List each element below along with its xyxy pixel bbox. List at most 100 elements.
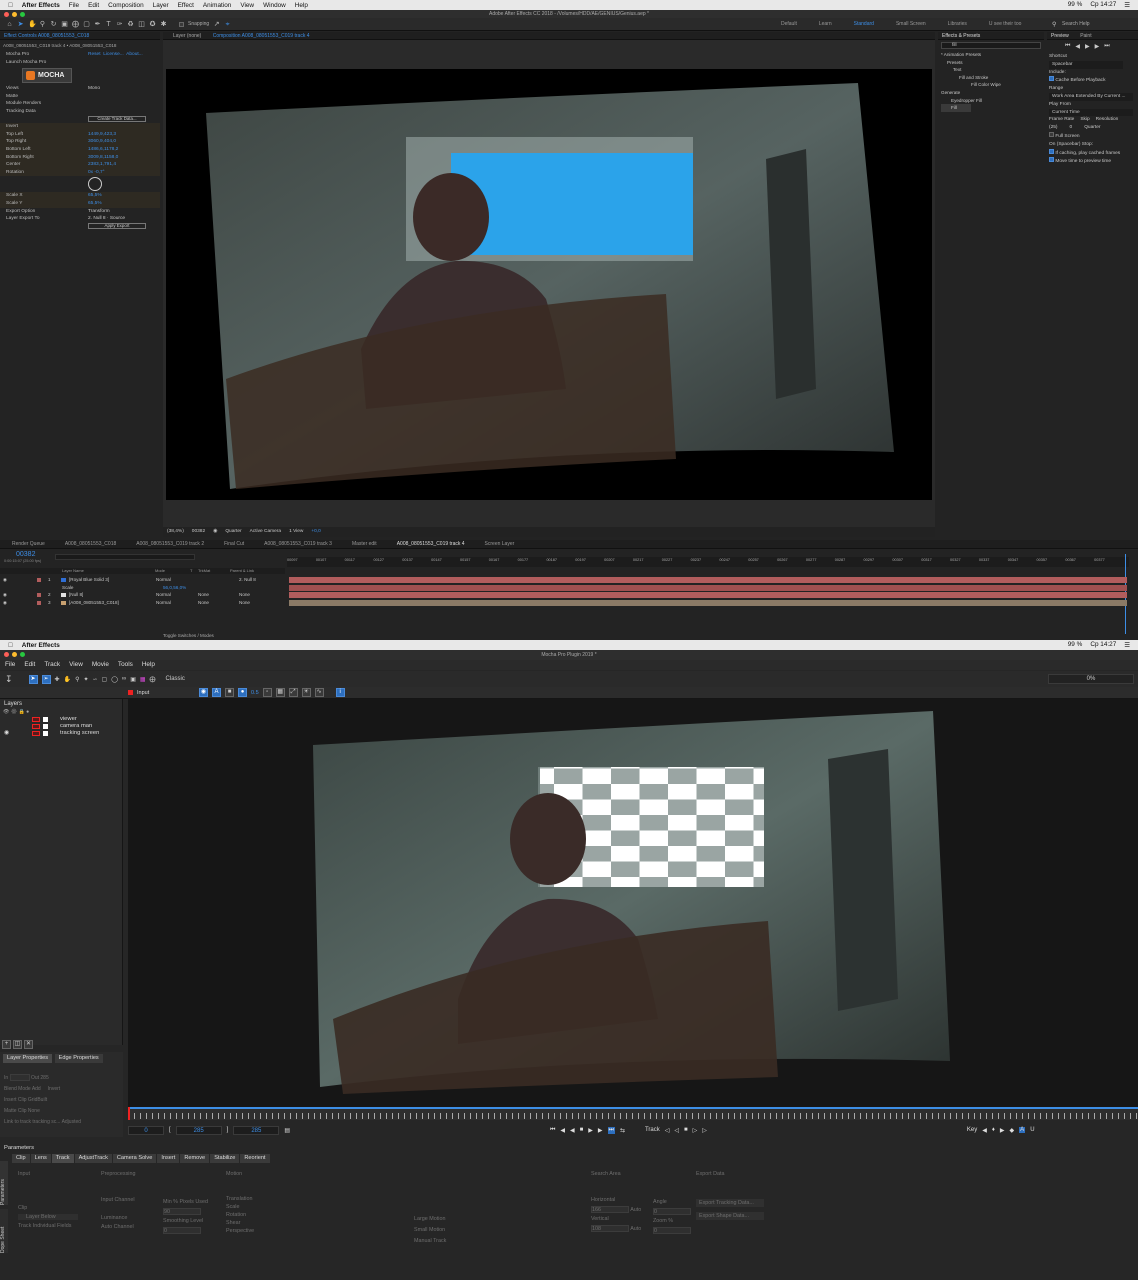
param-tab-clip[interactable]: Clip (12, 1154, 30, 1163)
app-menu[interactable]: After Effects (22, 2, 60, 9)
snapping-checkbox[interactable] (179, 21, 184, 27)
trace-icon[interactable]: ⤢ (288, 688, 298, 697)
surface-tool-icon[interactable]: ▣ (130, 676, 136, 683)
battery-status[interactable]: 99 % (1068, 641, 1083, 649)
resolution-dropdown[interactable]: Quarter (225, 527, 241, 537)
layer-trkmat-dropdown[interactable]: None (198, 599, 209, 606)
track-step-forward-icon[interactable]: ▷ (693, 1127, 698, 1134)
view-toggle-icon[interactable]: ▫ (262, 688, 272, 697)
time-ruler[interactable]: 00097 00107 00117 00127 00137 00147 00157 00167… (287, 557, 1129, 567)
xspline-tool-icon[interactable]: ✦ (83, 676, 88, 683)
minimize-window-button[interactable] (12, 11, 17, 17)
effect-row-value[interactable]: 65,5% (88, 192, 102, 200)
layer-duration-bar[interactable] (289, 577, 1127, 583)
start-frame-field[interactable]: 0 (128, 1125, 164, 1135)
ellipse-tool-icon[interactable]: ◯ (111, 676, 118, 683)
camera-tool-icon[interactable]: ▣ (61, 21, 68, 28)
layer-name[interactable]: Scale (62, 584, 74, 591)
search-icon[interactable]: ⚲ (1052, 21, 1056, 28)
menu-list-icon[interactable]: ☰ (1124, 1, 1130, 9)
brightness-icon[interactable]: ☀ (301, 688, 311, 697)
pick-tool-icon[interactable]: ➢ (41, 674, 51, 684)
motion-checkbox-shear[interactable]: Shear (226, 1220, 254, 1226)
full-screen-checkbox[interactable] (1049, 131, 1054, 137)
undo-key-icon[interactable]: U (1030, 1127, 1034, 1133)
hand-tool-icon[interactable]: ✋ (64, 676, 71, 683)
toggle-switches-label[interactable]: Toggle Switches / Modes (163, 633, 214, 638)
timeline-tab[interactable]: A008_08051553_C019 track 4 (397, 540, 465, 548)
track-forwards-icon[interactable]: ▷ (702, 1127, 707, 1134)
current-frame[interactable]: 00382 (192, 527, 205, 537)
home-icon[interactable]: ⌂ (6, 21, 13, 28)
param-tab-remove[interactable]: Remove (180, 1154, 210, 1163)
effect-name[interactable]: Mocha Pro (6, 52, 29, 57)
play-from-dropdown[interactable]: Current Time (1049, 108, 1133, 117)
next-frame-icon[interactable]: ▶ (1095, 43, 1100, 50)
pen-tool-icon[interactable]: ✒ (94, 21, 101, 28)
timecode[interactable]: 00382 (16, 551, 35, 558)
timeline-tab[interactable]: Render Queue (12, 540, 45, 548)
timeline-tab[interactable]: A008_08051553_C019 track 3 (264, 540, 332, 548)
side-tab-dope-sheet[interactable]: Dope Sheet (0, 1209, 8, 1253)
motion-type-radio[interactable]: Large Motion (414, 1216, 446, 1222)
menu-track[interactable]: Track (44, 660, 60, 670)
timeline-search-input[interactable] (55, 554, 195, 560)
first-frame-icon[interactable]: ⏮ (1065, 43, 1070, 50)
timeline-tab[interactable]: A008_08051553_C019 track 2 (136, 540, 204, 548)
layer-color-swatch[interactable] (32, 717, 40, 722)
insert-clip-dropdown[interactable]: GridBuilt (28, 1097, 47, 1103)
track-step-back-icon[interactable]: ◁ (674, 1127, 679, 1134)
layer-below-dropdown[interactable]: Layer Below (18, 1214, 78, 1220)
zoom-tool-icon[interactable]: ⚲ (39, 21, 46, 28)
effects-tree-item[interactable]: Text (941, 66, 1044, 74)
eraser-tool-icon[interactable]: ◫ (138, 21, 145, 28)
zoom-window-button[interactable] (20, 11, 25, 17)
clock[interactable]: Cp 14:27 (1090, 1, 1116, 9)
layer-panel-tab[interactable]: Layer (none) (173, 33, 201, 39)
last-frame-icon[interactable]: ⏭ (1104, 43, 1109, 50)
info-icon[interactable]: i (335, 688, 345, 697)
link-track-dropdown[interactable]: tracking sc... (32, 1119, 60, 1125)
skip-value[interactable]: 0 (1070, 124, 1073, 132)
angle-field[interactable]: 0 (653, 1208, 691, 1215)
param-tab-track[interactable]: Track (51, 1154, 74, 1163)
effect-row-value[interactable]: 0x -0,7° (88, 169, 105, 177)
effects-tree-item[interactable]: Eyedropper Fill (941, 97, 1044, 105)
effects-tree-item[interactable]: Generate (941, 89, 1044, 97)
menu-layer[interactable]: Layer (153, 2, 169, 9)
app-menu[interactable]: After Effects (22, 642, 60, 649)
param-tab-reorient[interactable]: Reorient (240, 1154, 270, 1163)
goto-end-icon[interactable]: ⏭ (607, 1126, 615, 1134)
close-window-button[interactable] (4, 651, 9, 657)
apple-icon[interactable]:  (8, 642, 13, 649)
menu-edit[interactable]: Edit (88, 2, 99, 9)
layer-label-color[interactable] (37, 578, 41, 582)
effect-row-value[interactable]: 1486,6,1178,2 (88, 146, 118, 154)
horizontal-auto[interactable]: Auto (630, 1207, 641, 1213)
cache-checkbox[interactable] (1049, 76, 1054, 82)
active-camera-dropdown[interactable]: Active Camera (250, 527, 281, 537)
export-tracking-button[interactable]: Export Tracking Data... (696, 1199, 764, 1207)
hand-tool-icon[interactable]: ✋ (28, 21, 37, 28)
visibility-eye-icon[interactable]: ◉ (3, 599, 7, 606)
add-point-tool-icon[interactable]: ✚ (55, 676, 60, 683)
layer-trkmat-dropdown[interactable]: None (198, 591, 209, 598)
track-stop-icon[interactable]: ■ (684, 1127, 688, 1133)
timeline-tab[interactable]: Screen Layer (485, 540, 515, 548)
layer-duration-bar[interactable] (289, 584, 1127, 591)
timeline-layer-row[interactable]: ◉ 3 [A008_08051553_C018] Normal None None (0, 599, 285, 606)
layer-label-color[interactable] (37, 593, 41, 597)
transform-tool-icon[interactable]: ⨁ (150, 676, 156, 683)
view-mode-dropdown[interactable]: Classic (166, 676, 185, 682)
rect-tool-icon[interactable]: ▢ (102, 676, 108, 683)
battery-status[interactable]: 99 % (1068, 1, 1083, 9)
rotation-dial-circle[interactable] (88, 177, 102, 192)
play-icon[interactable]: ▶ (1085, 43, 1090, 50)
track-fields-checkbox[interactable]: Track Individual Fields (18, 1223, 78, 1229)
save-icon[interactable]: ↧ (5, 674, 13, 685)
edge-properties-tab[interactable]: Edge Properties (54, 1054, 103, 1063)
brush-tool-icon[interactable]: ✑ (116, 21, 123, 28)
menu-edit[interactable]: Edit (24, 660, 35, 670)
alpha-channel-icon[interactable]: A (212, 688, 221, 697)
launch-mocha-button[interactable]: Launch Mocha Pro (6, 60, 46, 65)
